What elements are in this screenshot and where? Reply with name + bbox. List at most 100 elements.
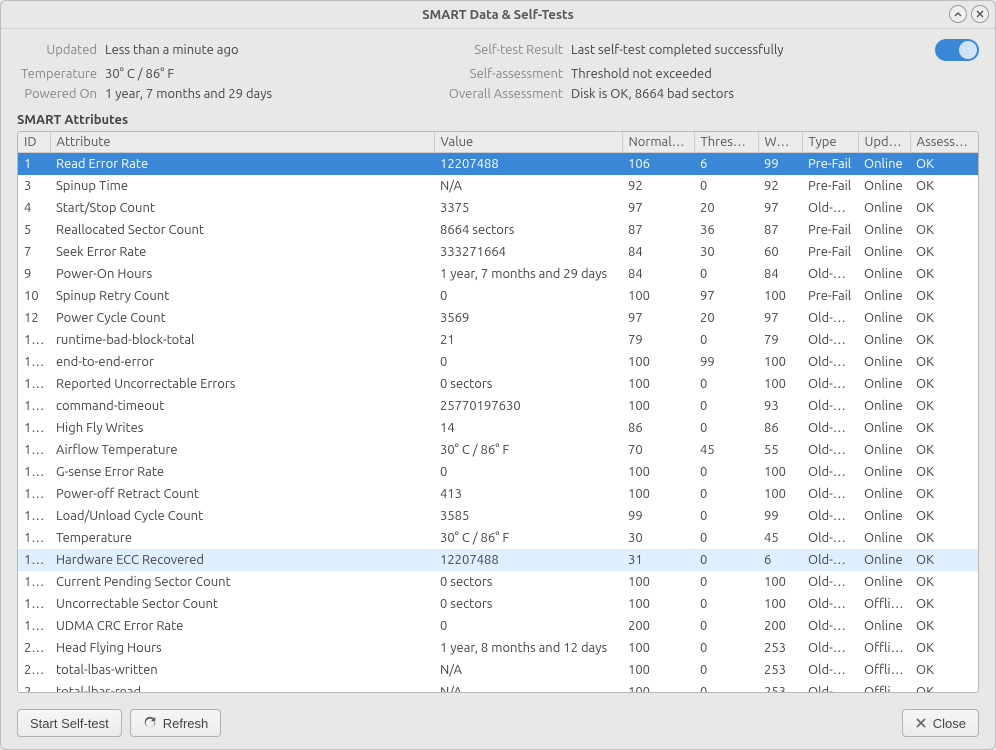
start-self-test-button[interactable]: Start Self-test bbox=[17, 709, 122, 737]
cell-value: 8664 sectors bbox=[434, 219, 622, 241]
table-row[interactable]: 191G-sense Error Rate01000100Old-AgeOnli… bbox=[18, 461, 978, 483]
cell-id: 189 bbox=[18, 417, 50, 439]
col-header-assessment[interactable]: Assessment bbox=[910, 132, 978, 153]
col-header-normalized[interactable]: Normalized bbox=[622, 132, 694, 153]
button-bar: Start Self-test Refresh Close bbox=[1, 701, 995, 749]
cell-attribute: Hardware ECC Recovered bbox=[50, 549, 434, 571]
cell-type: Old-Age bbox=[802, 373, 858, 395]
cell-type: Old-Age bbox=[802, 505, 858, 527]
cell-normalized: 100 bbox=[622, 285, 694, 307]
cell-attribute: Load/Unload Cycle Count bbox=[50, 505, 434, 527]
cell-value: 0 bbox=[434, 615, 622, 637]
cell-threshold: 30 bbox=[694, 241, 758, 263]
cell-id: 4 bbox=[18, 197, 50, 219]
overall-assessment-value: Disk is OK, 8664 bad sectors bbox=[571, 87, 901, 101]
cell-id: 199 bbox=[18, 615, 50, 637]
table-row[interactable]: 188command-timeout25770197630100093Old-A… bbox=[18, 395, 978, 417]
minimize-icon[interactable] bbox=[949, 5, 967, 23]
refresh-button[interactable]: Refresh bbox=[130, 709, 222, 737]
cell-attribute: Power Cycle Count bbox=[50, 307, 434, 329]
table-row[interactable]: 3Spinup TimeN/A92092Pre-FailOnlineOK bbox=[18, 175, 978, 197]
cell-worst: 55 bbox=[758, 439, 802, 461]
table-row[interactable]: 195Hardware ECC Recovered122074883106Old… bbox=[18, 549, 978, 571]
cell-attribute: High Fly Writes bbox=[50, 417, 434, 439]
cell-attribute: Reallocated Sector Count bbox=[50, 219, 434, 241]
cell-assessment: OK bbox=[910, 527, 978, 549]
table-row[interactable]: 10Spinup Retry Count010097100Pre-FailOnl… bbox=[18, 285, 978, 307]
table-row[interactable]: 1Read Error Rate12207488106699Pre-FailOn… bbox=[18, 153, 978, 175]
updated-label: Updated bbox=[17, 43, 97, 57]
cell-updates: Online bbox=[858, 263, 910, 285]
table-row[interactable]: 12Power Cycle Count3569972097Old-AgeOnli… bbox=[18, 307, 978, 329]
cell-worst: 79 bbox=[758, 329, 802, 351]
cell-assessment: OK bbox=[910, 307, 978, 329]
close-label: Close bbox=[933, 716, 966, 731]
table-row[interactable]: 194Temperature30° C / 86° F30045Old-AgeO… bbox=[18, 527, 978, 549]
cell-assessment: OK bbox=[910, 153, 978, 175]
table-row[interactable]: 183runtime-bad-block-total2179079Old-Age… bbox=[18, 329, 978, 351]
cell-worst: 100 bbox=[758, 285, 802, 307]
cell-attribute: Temperature bbox=[50, 527, 434, 549]
cell-attribute: total-lbas-read bbox=[50, 681, 434, 694]
cell-threshold: 0 bbox=[694, 681, 758, 694]
cell-attribute: Read Error Rate bbox=[50, 153, 434, 175]
table-row[interactable]: 198Uncorrectable Sector Count0 sectors10… bbox=[18, 593, 978, 615]
cell-normalized: 100 bbox=[622, 373, 694, 395]
table-row[interactable]: 9Power-On Hours1 year, 7 months and 29 d… bbox=[18, 263, 978, 285]
col-header-attribute[interactable]: Attribute bbox=[50, 132, 434, 153]
cell-assessment: OK bbox=[910, 241, 978, 263]
close-button[interactable]: Close bbox=[902, 709, 979, 737]
table-row[interactable]: 199UDMA CRC Error Rate02000200Old-AgeOnl… bbox=[18, 615, 978, 637]
table-row[interactable]: 7Seek Error Rate333271664843060Pre-FailO… bbox=[18, 241, 978, 263]
col-header-id[interactable]: ID bbox=[18, 132, 50, 153]
cell-type: Old-Age bbox=[802, 439, 858, 461]
cell-assessment: OK bbox=[910, 681, 978, 694]
col-header-type[interactable]: Type bbox=[802, 132, 858, 153]
col-header-threshold[interactable]: Threshold bbox=[694, 132, 758, 153]
col-header-value[interactable]: Value bbox=[434, 132, 622, 153]
cell-worst: 60 bbox=[758, 241, 802, 263]
cell-id: 188 bbox=[18, 395, 50, 417]
col-header-updates[interactable]: Updates bbox=[858, 132, 910, 153]
selftest-result-label: Self-test Result bbox=[443, 43, 563, 57]
cell-worst: 6 bbox=[758, 549, 802, 571]
cell-assessment: OK bbox=[910, 571, 978, 593]
table-row[interactable]: 184end-to-end-error010099100Old-AgeOnlin… bbox=[18, 351, 978, 373]
cell-worst: 253 bbox=[758, 681, 802, 694]
cell-threshold: 0 bbox=[694, 571, 758, 593]
cell-type: Old-Age bbox=[802, 351, 858, 373]
cell-value: 3585 bbox=[434, 505, 622, 527]
cell-attribute: Seek Error Rate bbox=[50, 241, 434, 263]
section-title: SMART Attributes bbox=[1, 107, 995, 131]
table-row[interactable]: 189High Fly Writes1486086Old-AgeOnlineOK bbox=[18, 417, 978, 439]
temperature-label: Temperature bbox=[17, 67, 97, 81]
powered-on-label: Powered On bbox=[17, 87, 97, 101]
table-header-row: ID Attribute Value Normalized Threshold … bbox=[18, 132, 978, 153]
cell-updates: Online bbox=[858, 461, 910, 483]
col-header-worst[interactable]: Worst bbox=[758, 132, 802, 153]
table-row[interactable]: 4Start/Stop Count3375972097Old-AgeOnline… bbox=[18, 197, 978, 219]
cell-threshold: 0 bbox=[694, 263, 758, 285]
cell-attribute: Uncorrectable Sector Count bbox=[50, 593, 434, 615]
smart-toggle[interactable] bbox=[935, 39, 979, 61]
table-row[interactable]: 187Reported Uncorrectable Errors0 sector… bbox=[18, 373, 978, 395]
table-row[interactable]: 190Airflow Temperature30° C / 86° F70455… bbox=[18, 439, 978, 461]
cell-threshold: 97 bbox=[694, 285, 758, 307]
cell-worst: 200 bbox=[758, 615, 802, 637]
cell-type: Old-Age bbox=[802, 307, 858, 329]
table-row[interactable]: 197Current Pending Sector Count0 sectors… bbox=[18, 571, 978, 593]
cell-assessment: OK bbox=[910, 461, 978, 483]
table-row[interactable]: 5Reallocated Sector Count8664 sectors873… bbox=[18, 219, 978, 241]
table-row[interactable]: 242total-lbas-readN/A1000253Old-AgeOffli… bbox=[18, 681, 978, 694]
table-row[interactable]: 240Head Flying Hours1 year, 8 months and… bbox=[18, 637, 978, 659]
table-row[interactable]: 192Power-off Retract Count4131000100Old-… bbox=[18, 483, 978, 505]
close-icon[interactable] bbox=[971, 5, 989, 23]
cell-attribute: G-sense Error Rate bbox=[50, 461, 434, 483]
cell-normalized: 100 bbox=[622, 593, 694, 615]
attributes-table-wrap: ID Attribute Value Normalized Threshold … bbox=[17, 131, 979, 693]
cell-threshold: 6 bbox=[694, 153, 758, 175]
table-row[interactable]: 241total-lbas-writtenN/A1000253Old-AgeOf… bbox=[18, 659, 978, 681]
cell-normalized: 92 bbox=[622, 175, 694, 197]
cell-value: 413 bbox=[434, 483, 622, 505]
table-row[interactable]: 193Load/Unload Cycle Count358599099Old-A… bbox=[18, 505, 978, 527]
